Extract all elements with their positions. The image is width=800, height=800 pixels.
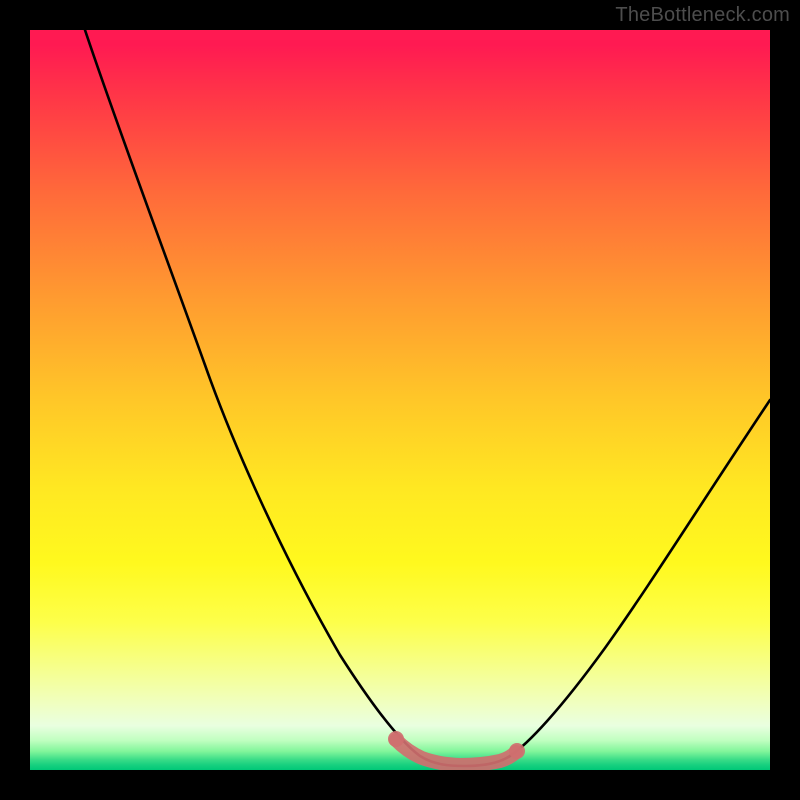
curve-layer	[30, 30, 770, 770]
floor-marker-left	[388, 731, 404, 747]
watermark-text: TheBottleneck.com	[615, 4, 790, 27]
chart-frame: TheBottleneck.com	[0, 0, 800, 800]
plot-area	[30, 30, 770, 770]
floor-highlight	[396, 740, 516, 765]
floor-marker-right	[509, 743, 525, 759]
bottleneck-curve	[85, 30, 770, 766]
